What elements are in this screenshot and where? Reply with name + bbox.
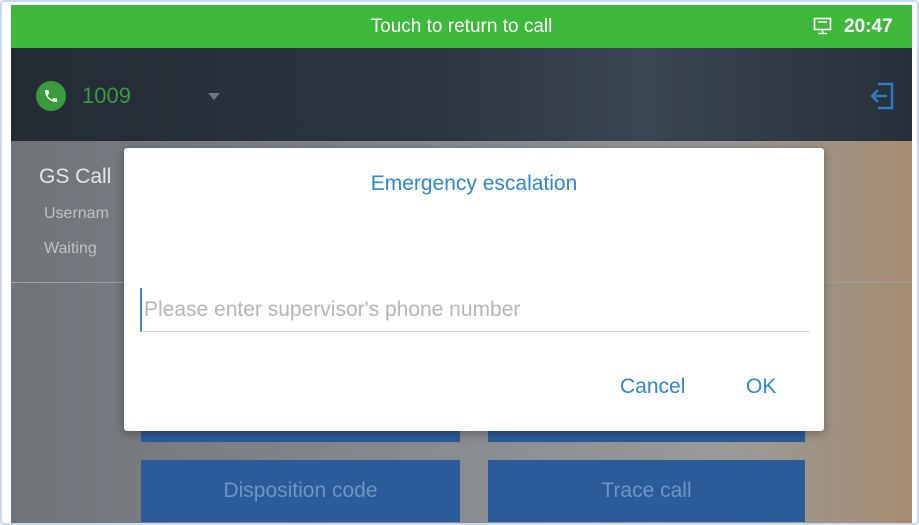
return-to-call-text[interactable]: Touch to return to call xyxy=(11,5,912,48)
sim-card-icon xyxy=(813,17,832,35)
waiting-label: Waiting xyxy=(44,240,97,257)
ok-button[interactable]: OK xyxy=(746,370,776,404)
screenshot-frame: Touch to return to call 20:47 1009 GS Ca… xyxy=(0,0,919,525)
return-to-call-bar[interactable]: Touch to return to call 20:47 xyxy=(11,5,912,48)
phone-icon xyxy=(36,81,66,111)
cancel-button[interactable]: Cancel xyxy=(620,370,685,404)
trace-call-button: Trace call xyxy=(488,460,805,522)
chevron-down-icon[interactable] xyxy=(208,93,220,100)
supervisor-phone-input[interactable] xyxy=(140,288,810,332)
status-time: 20:47 xyxy=(844,16,893,37)
panel-title: GS Call xyxy=(39,165,112,188)
emergency-escalation-dialog: Emergency escalation Cancel OK xyxy=(124,148,824,431)
device-screen: Touch to return to call 20:47 1009 GS Ca… xyxy=(11,5,912,523)
username-label: Usernam xyxy=(44,205,109,222)
app-header: 1009 xyxy=(11,48,912,141)
disposition-code-button: Disposition code xyxy=(141,460,460,522)
logout-icon[interactable] xyxy=(869,81,895,111)
dialog-title: Emergency escalation xyxy=(370,172,578,195)
account-selector[interactable]: 1009 xyxy=(82,81,131,111)
